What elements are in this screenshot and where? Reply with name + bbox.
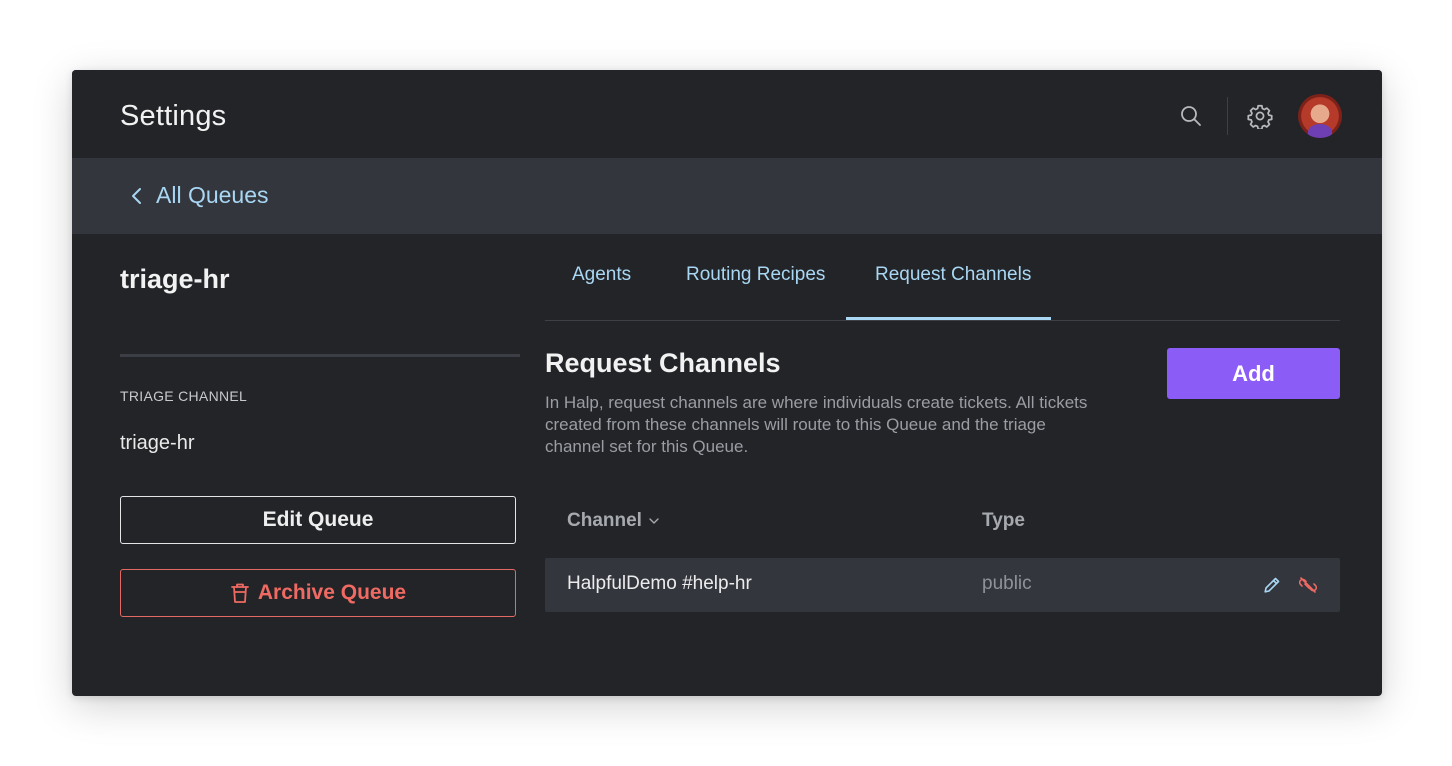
toolbar-divider: [1227, 97, 1228, 135]
sidebar-divider: [120, 354, 520, 357]
queue-name: triage-hr: [120, 264, 230, 294]
pencil-icon[interactable]: [1260, 573, 1284, 597]
archive-queue-button[interactable]: Archive Queue: [120, 569, 516, 617]
triage-channel-value: triage-hr: [120, 432, 195, 454]
gear-icon[interactable]: [1242, 98, 1278, 134]
breadcrumb-bar: All Queues: [72, 158, 1382, 234]
search-icon[interactable]: [1173, 98, 1209, 134]
table-row: HalpfulDemo #help-hr public: [545, 558, 1340, 612]
table-header: Channel Type: [545, 504, 1340, 540]
column-header-channel-label: Channel: [567, 510, 642, 531]
avatar[interactable]: [1298, 94, 1342, 138]
column-header-channel[interactable]: Channel: [567, 510, 660, 532]
section-title: Request Channels: [545, 348, 781, 378]
queue-details: Agents Routing Recipes Request Channels …: [545, 234, 1340, 694]
chevron-left-icon: [130, 186, 144, 206]
chevron-down-icon: [648, 516, 660, 526]
section-description: In Halp, request channels are where indi…: [545, 393, 1088, 456]
breadcrumb-label: All Queues: [156, 182, 269, 208]
add-button-label: Add: [1232, 360, 1275, 386]
tab-routing-recipes[interactable]: Routing Recipes: [686, 264, 825, 286]
top-icon-group: [1173, 94, 1342, 138]
add-button[interactable]: Add: [1167, 348, 1340, 399]
trash-icon: [230, 582, 250, 604]
tab-agents[interactable]: Agents: [572, 264, 631, 286]
active-tab-indicator: [846, 317, 1051, 320]
settings-window: Settings All Queues triage-hr TRIAGE CHA…: [72, 70, 1382, 696]
top-bar: Settings: [72, 70, 1382, 158]
channel-cell: HalpfulDemo #help-hr: [567, 573, 752, 594]
edit-queue-button[interactable]: Edit Queue: [120, 496, 516, 544]
tab-request-channels[interactable]: Request Channels: [875, 264, 1031, 286]
unlink-icon[interactable]: [1296, 573, 1320, 597]
column-header-type: Type: [982, 510, 1025, 531]
breadcrumb[interactable]: All Queues: [130, 182, 269, 209]
triage-channel-label: TRIAGE CHANNEL: [120, 388, 248, 404]
page-title: Settings: [120, 100, 227, 132]
type-cell: public: [982, 573, 1032, 594]
tab-bar: Agents Routing Recipes Request Channels: [545, 234, 1340, 321]
row-actions: [1248, 573, 1320, 597]
edit-queue-label: Edit Queue: [262, 508, 374, 531]
archive-queue-label: Archive Queue: [257, 581, 407, 604]
